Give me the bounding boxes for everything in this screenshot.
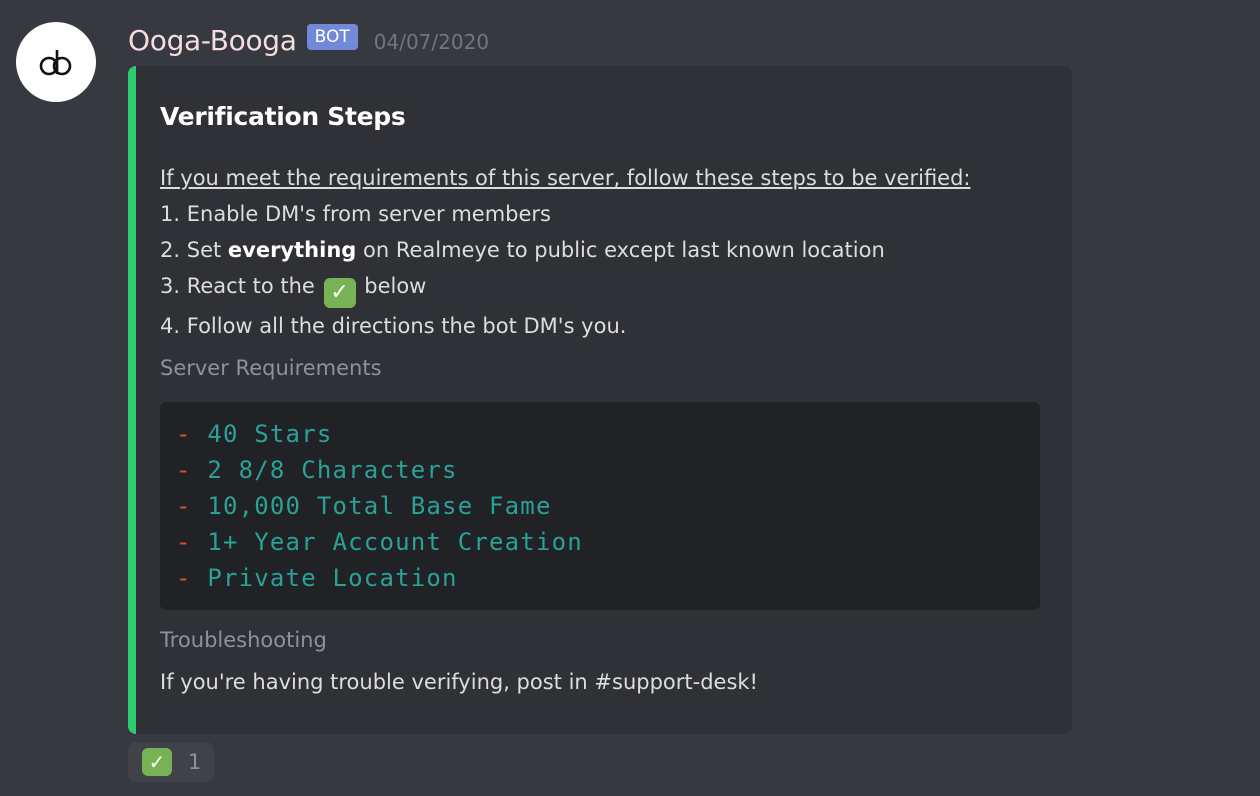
step-2: 2. Set everything on Realmeye to public … [160,232,971,268]
bot-avatar[interactable] [16,22,96,102]
bot-tag: BOT [306,24,358,50]
step-text: below [364,274,427,298]
step-text: on Realmeye to public except last known … [362,238,885,262]
step-text: Follow all the directions the bot DM's y… [186,314,627,338]
code-line: - 2 8/8 Characters [176,452,1024,488]
message-header: Ooga-Booga BOT 04/07/2020 [128,20,489,60]
code-line: - 40 Stars [176,416,1024,452]
code-bullet: - [176,420,192,448]
embed-description: If you meet the requirements of this ser… [160,160,971,344]
white-check-mark-icon: ✓ [142,748,172,776]
code-text: 10,000 Total Base Fame [207,492,552,520]
field-name-requirements: Server Requirements [160,356,382,380]
step-number: 1. [160,202,181,226]
reaction-count: 1 [188,750,202,774]
code-text: 1+ Year Account Creation [207,528,583,556]
white-check-mark-icon: ✓ [323,278,356,308]
step-number: 3. [160,274,181,298]
intro-text: If you meet the requirements of this ser… [160,166,971,190]
code-line: - 10,000 Total Base Fame [176,488,1024,524]
field-name-troubleshooting: Troubleshooting [160,628,327,652]
step-text: React to the [186,274,315,298]
troubleshooting-text: If you're having trouble verifying, post… [160,670,758,694]
code-bullet: - [176,528,192,556]
chat-message: Ooga-Booga BOT 04/07/2020 Verification S… [0,0,1260,796]
code-text: 2 8/8 Characters [207,456,458,484]
step-4: 4. Follow all the directions the bot DM'… [160,308,971,344]
step-text: Enable DM's from server members [186,202,551,226]
code-line: - 1+ Year Account Creation [176,524,1024,560]
step-number: 4. [160,314,181,338]
code-bullet: - [176,456,192,484]
code-text: Private Location [207,564,458,592]
step-1: 1. Enable DM's from server members [160,196,971,232]
timestamp[interactable]: 04/07/2020 [374,30,489,54]
step-number: 2. [160,238,181,262]
requirements-codeblock[interactable]: - 40 Stars - 2 8/8 Characters - 10,000 T… [160,402,1040,610]
code-line: - Private Location [176,560,1024,596]
code-bullet: - [176,564,192,592]
code-text: 40 Stars [207,420,333,448]
step-bold-text: everything [227,238,357,262]
embed: Verification Steps If you meet the requi… [128,66,1072,734]
code-bullet: - [176,492,192,520]
username[interactable]: Ooga-Booga [128,24,297,57]
reaction-button[interactable]: ✓ 1 [128,742,214,782]
step-3: 3. React to the ✓ below [160,268,971,308]
embed-title: Verification Steps [160,102,406,131]
step-text: Set [186,238,222,262]
ob-logo-icon [39,50,72,76]
